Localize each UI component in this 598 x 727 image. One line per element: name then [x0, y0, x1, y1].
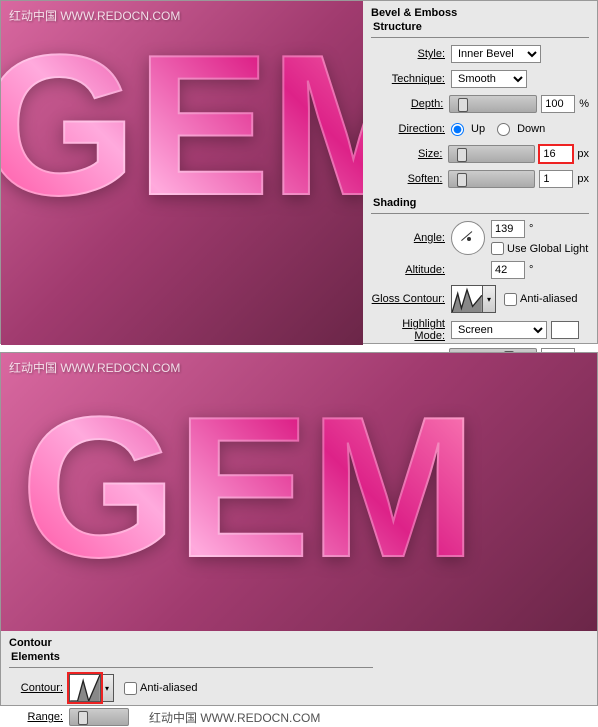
gloss-antialiased-checkbox[interactable] — [504, 293, 517, 306]
structure-group: Structure Style: Inner Bevel Technique: … — [371, 21, 589, 189]
contour-antialiased-label: Anti-aliased — [140, 682, 197, 694]
angle-input[interactable] — [491, 220, 525, 238]
altitude-input[interactable] — [491, 261, 525, 279]
range-slider[interactable] — [69, 708, 129, 726]
soften-label: Soften: — [371, 173, 448, 185]
depth-slider[interactable] — [449, 95, 537, 113]
technique-select[interactable]: Smooth — [451, 70, 527, 88]
gloss-contour-swatch[interactable] — [451, 285, 483, 313]
altitude-unit: ° — [529, 264, 533, 276]
size-label: Size: — [371, 148, 448, 160]
contour-title: Contour — [9, 637, 373, 649]
depth-input[interactable] — [541, 95, 575, 113]
highlight-mode-label: Highlight Mode: — [371, 318, 451, 342]
preview-canvas-top: 红动中国 WWW.REDOCN.COM GEM — [1, 1, 363, 345]
bevel-emboss-panel: Bevel & Emboss Structure Style: Inner Be… — [363, 1, 597, 343]
elements-title: Elements — [9, 651, 373, 663]
size-input[interactable] — [539, 145, 573, 163]
style-select[interactable]: Inner Bevel — [451, 45, 541, 63]
contour-antialiased-checkbox[interactable] — [124, 682, 137, 695]
depth-label: Depth: — [371, 98, 449, 110]
watermark-text-3: 红动中国 WWW.REDOCN.COM — [149, 709, 320, 726]
style-label: Style: — [371, 48, 451, 60]
technique-label: Technique: — [371, 73, 451, 85]
down-label: Down — [517, 123, 545, 135]
angle-unit: ° — [529, 223, 533, 235]
shading-title: Shading — [371, 197, 589, 209]
highlight-mode-select[interactable]: Screen — [451, 321, 547, 339]
contour-dropdown[interactable]: ▾ — [101, 674, 114, 702]
angle-label: Angle: — [371, 232, 451, 244]
up-label: Up — [471, 123, 485, 135]
preview-canvas-bottom: 红动中国 WWW.REDOCN.COM GEM — [1, 353, 597, 631]
contour-panel: Contour Elements Contour: ▾ Anti-aliased… — [1, 631, 597, 705]
gem-text-top: GEM — [1, 11, 363, 241]
soften-unit: px — [577, 173, 589, 185]
structure-title: Structure — [371, 21, 589, 33]
angle-dial[interactable] — [451, 221, 485, 255]
direction-up-radio[interactable] — [451, 123, 464, 136]
range-label: Range: — [9, 711, 69, 723]
panel-title: Bevel & Emboss — [371, 7, 589, 19]
elements-group: Elements Contour: ▾ Anti-aliased Range: … — [9, 651, 373, 727]
direction-down-radio[interactable] — [497, 123, 510, 136]
gem-text-bottom: GEM — [21, 373, 477, 603]
size-unit: px — [577, 148, 589, 160]
soften-slider[interactable] — [448, 170, 535, 188]
contour-label: Contour: — [9, 682, 69, 694]
global-light-checkbox[interactable] — [491, 242, 504, 255]
direction-label: Direction: — [371, 123, 451, 135]
global-light-label: Use Global Light — [507, 243, 588, 255]
highlight-color-swatch[interactable] — [551, 321, 579, 339]
depth-unit: % — [579, 98, 589, 110]
gloss-contour-dropdown[interactable]: ▾ — [483, 285, 496, 313]
gloss-contour-label: Gloss Contour: — [371, 293, 451, 305]
altitude-label: Altitude: — [371, 264, 451, 276]
soften-input[interactable] — [539, 170, 573, 188]
gloss-antialiased-label: Anti-aliased — [520, 293, 577, 305]
contour-swatch[interactable] — [69, 674, 101, 702]
size-slider[interactable] — [448, 145, 535, 163]
